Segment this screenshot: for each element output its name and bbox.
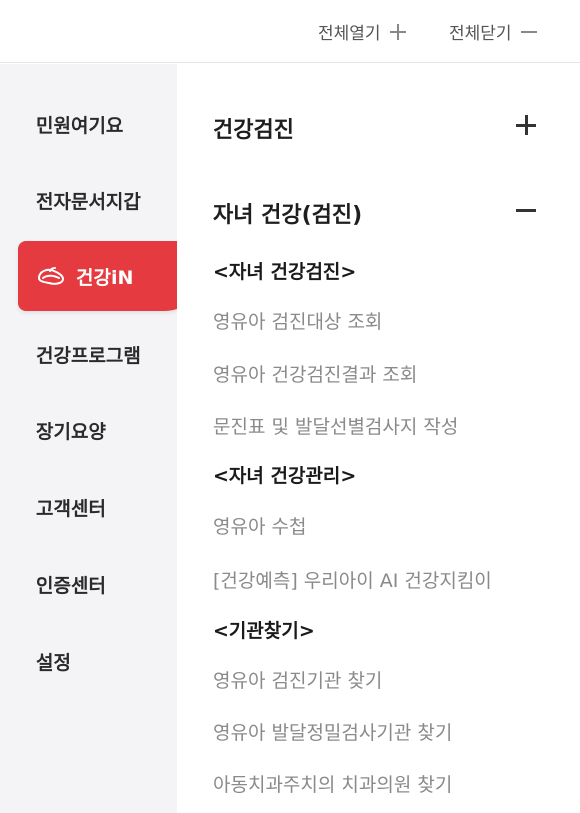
- menu-link[interactable]: 영유아 검진대상 조회: [213, 307, 382, 334]
- expand-plus-icon[interactable]: [515, 114, 537, 136]
- collapse-all-button[interactable]: 전체닫기: [449, 0, 538, 63]
- menu-link[interactable]: 영유아 수첩: [213, 512, 306, 539]
- plus-icon: [389, 23, 407, 41]
- sidebar-item-health-in[interactable]: 건강iN: [18, 241, 201, 311]
- sidebar-item-label: 건강iN: [76, 266, 134, 289]
- sidebar-item-auth-center[interactable]: 인증센터: [36, 571, 106, 598]
- sidebar-item-e-document-wallet[interactable]: 전자문서지갑: [36, 187, 141, 214]
- menu-link[interactable]: 문진표 및 발달선별검사지 작성: [213, 412, 458, 439]
- group-title-find-institution: <기관찾기>: [213, 620, 315, 642]
- expand-all-button[interactable]: 전체열기: [318, 0, 407, 63]
- collapse-minus-icon[interactable]: [515, 199, 537, 221]
- section-title-child-health[interactable]: 자녀 건강(검진): [213, 197, 362, 229]
- group-title-child-checkup: <자녀 건강검진>: [213, 261, 357, 283]
- minus-icon: [520, 23, 538, 41]
- menu-link[interactable]: 아동치과주치의 치과의원 찾기: [213, 770, 452, 797]
- top-bar: 전체열기 전체닫기: [0, 0, 580, 63]
- collapse-all-label: 전체닫기: [449, 24, 512, 44]
- menu-link[interactable]: 영유아 건강검진결과 조회: [213, 360, 417, 387]
- sidebar-item-civil-service[interactable]: 민원여기요: [36, 111, 123, 138]
- menu-link[interactable]: [건강예측] 우리아이 AI 건강지킴이: [213, 566, 492, 593]
- sidebar-item-settings[interactable]: 설정: [36, 648, 71, 675]
- health-leaf-icon: [37, 267, 65, 285]
- menu-link[interactable]: 영유아 발달정밀검사기관 찾기: [213, 718, 452, 745]
- sidebar: 민원여기요 전자문서지갑 건강프로그램 장기요양 고객센터 인증센터 설정: [0, 64, 177, 813]
- group-title-child-care: <자녀 건강관리>: [213, 465, 357, 487]
- expand-all-label: 전체열기: [318, 24, 381, 44]
- menu-link[interactable]: 영유아 검진기관 찾기: [213, 666, 382, 693]
- menu-content: 건강검진 자녀 건강(검진) <자녀 건강검진> 영유아 검진대상 조회 영유아…: [177, 64, 580, 813]
- section-title-health-checkup[interactable]: 건강검진: [213, 112, 294, 144]
- sidebar-item-customer-center[interactable]: 고객센터: [36, 494, 106, 521]
- sidebar-item-long-term-care[interactable]: 장기요양: [36, 417, 106, 444]
- sidebar-item-health-program[interactable]: 건강프로그램: [36, 341, 141, 368]
